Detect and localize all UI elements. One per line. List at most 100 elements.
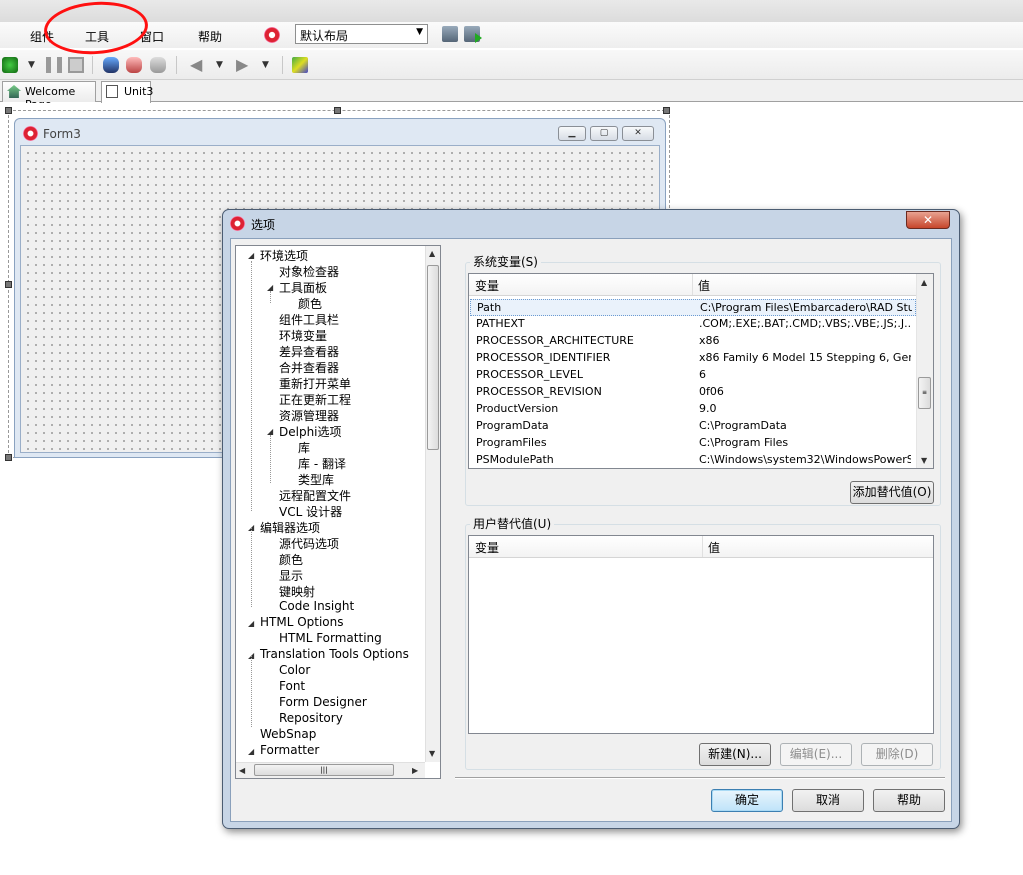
table-row[interactable]: ProductVersion 9.0 <box>470 401 916 418</box>
step-over-icon[interactable] <box>126 57 142 73</box>
stop-icon[interactable] <box>68 57 84 73</box>
minimize-icon[interactable]: ▁ <box>558 126 586 141</box>
close-icon[interactable]: ✕ <box>906 211 950 229</box>
table-row[interactable]: PROCESSOR_LEVEL 6 <box>470 367 916 384</box>
column-header-variable[interactable]: 变量 <box>475 539 499 556</box>
tree-item[interactable]: 工具面板 <box>279 279 327 296</box>
tree-item[interactable]: Translation Tools Options <box>260 647 409 661</box>
tree-item[interactable]: Color <box>279 663 310 677</box>
tree-item[interactable]: 编辑器选项 <box>260 519 320 536</box>
tree-expand-icon[interactable]: ◢ <box>248 251 254 260</box>
scroll-left-icon[interactable]: ◀ <box>239 766 245 775</box>
tree-item[interactable]: 键映射 <box>279 583 315 600</box>
scroll-up-icon[interactable]: ▲ <box>921 278 927 287</box>
step-into-icon[interactable] <box>103 57 119 73</box>
tree-item[interactable]: 颜色 <box>279 551 303 568</box>
tree-expand-icon[interactable]: ◢ <box>248 747 254 756</box>
maximize-icon[interactable]: ▢ <box>590 126 618 141</box>
system-vars-scrollbar[interactable] <box>916 274 933 468</box>
column-header-variable[interactable]: 变量 <box>475 277 499 294</box>
tree-item[interactable]: Delphi选项 <box>279 423 342 440</box>
tree-item[interactable]: 远程配置文件 <box>279 487 351 504</box>
help-book-icon[interactable] <box>292 57 308 73</box>
tree-item[interactable]: 组件工具栏 <box>279 311 339 328</box>
tree-item[interactable]: 类型库 <box>298 471 334 488</box>
save-layout-icon[interactable] <box>442 26 458 42</box>
tree-item[interactable]: 环境选项 <box>260 247 308 264</box>
table-row[interactable]: PSModulePath C:\Windows\system32\WindowsP… <box>470 452 916 468</box>
tree-hscroll-thumb[interactable]: ||| <box>254 764 394 776</box>
tree-item[interactable]: 合并查看器 <box>279 359 339 376</box>
system-vars-scroll-thumb[interactable]: ≡ <box>918 377 931 409</box>
tree-item[interactable]: 对象检查器 <box>279 263 339 280</box>
resize-handle[interactable] <box>334 107 341 114</box>
table-row[interactable]: PATHEXT .COM;.EXE;.BAT;.CMD;.VBS;.VBE;.JS… <box>470 316 916 333</box>
forward-dropdown-icon[interactable]: ▼ <box>262 60 269 70</box>
tab-welcome-page[interactable]: Welcome Page <box>2 81 96 111</box>
tree-scroll-thumb[interactable] <box>427 265 439 450</box>
cancel-button[interactable]: 取消 <box>792 789 864 812</box>
tree-item[interactable]: Repository <box>279 711 343 725</box>
close-icon[interactable]: ✕ <box>622 126 654 141</box>
run-to-cursor-icon[interactable] <box>150 57 166 73</box>
variable-name: PSModulePath <box>476 453 554 466</box>
tree-item[interactable]: 源代码选项 <box>279 535 339 552</box>
delete-button[interactable]: 删除(D) <box>861 743 933 766</box>
tree-item[interactable]: 重新打开菜单 <box>279 375 351 392</box>
tree-expand-icon[interactable]: ◢ <box>248 619 254 628</box>
pause-icon[interactable] <box>46 57 62 73</box>
tree-item[interactable]: 差异查看器 <box>279 343 339 360</box>
system-vars-list[interactable]: 变量 值 Path C:\Program Files\Embarcadero\RA… <box>468 273 934 469</box>
back-dropdown-icon[interactable]: ▼ <box>216 60 223 70</box>
tree-item[interactable]: 显示 <box>279 567 303 584</box>
run-dropdown-icon[interactable]: ▼ <box>28 60 35 70</box>
tree-item[interactable]: 环境变量 <box>279 327 327 344</box>
tree-item[interactable]: Code Insight <box>279 599 354 613</box>
forward-arrow-icon[interactable]: ▶ <box>236 55 248 74</box>
table-row[interactable]: PROCESSOR_REVISION 0f06 <box>470 384 916 401</box>
tree-item[interactable]: HTML Options <box>260 615 344 629</box>
scroll-down-icon[interactable]: ▼ <box>921 456 927 465</box>
menu-help[interactable]: 帮助 <box>198 28 222 45</box>
variable-value: C:\ProgramData <box>699 419 787 432</box>
help-button[interactable]: 帮助 <box>873 789 945 812</box>
user-overrides-list[interactable]: 变量 值 <box>468 535 934 734</box>
tree-item[interactable]: 资源管理器 <box>279 407 339 424</box>
add-override-button[interactable]: 添加替代值(O) <box>850 481 934 504</box>
resize-handle[interactable] <box>5 454 12 461</box>
ok-button[interactable]: 确定 <box>711 789 783 812</box>
tree-item[interactable]: 库 - 翻译 <box>298 455 346 472</box>
run-icon[interactable] <box>2 57 18 73</box>
scroll-up-icon[interactable]: ▲ <box>429 249 435 258</box>
resize-handle[interactable] <box>663 107 670 114</box>
resize-handle[interactable] <box>5 281 12 288</box>
tree-item[interactable]: 正在更新工程 <box>279 391 351 408</box>
tree-item[interactable]: 颜色 <box>298 295 322 312</box>
help-web-icon[interactable] <box>264 27 280 43</box>
table-row[interactable]: PROCESSOR_ARCHITECTURE x86 <box>470 333 916 350</box>
tree-item[interactable]: Formatter <box>260 743 319 757</box>
tree-item[interactable]: HTML Formatting <box>279 631 382 645</box>
tree-item[interactable]: Font <box>279 679 305 693</box>
tab-unit3[interactable]: Unit3 <box>101 81 153 103</box>
back-arrow-icon[interactable]: ◀ <box>190 55 202 74</box>
new-button[interactable]: 新建(N)... <box>699 743 771 766</box>
column-header-value[interactable]: 值 <box>698 277 710 294</box>
tree-item[interactable]: WebSnap <box>260 727 316 741</box>
tree-item[interactable]: Form Designer <box>279 695 367 709</box>
tree-item[interactable]: 库 <box>298 439 310 456</box>
column-separator[interactable] <box>702 536 703 557</box>
table-row[interactable]: ProgramFiles C:\Program Files <box>470 435 916 452</box>
column-header-value[interactable]: 值 <box>708 539 720 556</box>
table-row[interactable]: ProgramData C:\ProgramData <box>470 418 916 435</box>
layout-combo[interactable]: 默认布局 ▼ <box>295 24 428 44</box>
tree-item[interactable]: VCL 设计器 <box>279 503 342 520</box>
scroll-down-icon[interactable]: ▼ <box>429 749 435 758</box>
scroll-right-icon[interactable]: ▶ <box>412 766 418 775</box>
column-separator[interactable] <box>692 274 693 295</box>
table-row[interactable]: Path C:\Program Files\Embarcadero\RAD Stu… <box>470 299 916 316</box>
variable-name: PROCESSOR_ARCHITECTURE <box>476 334 634 347</box>
edit-button[interactable]: 编辑(E)... <box>780 743 852 766</box>
table-row[interactable]: PROCESSOR_IDENTIFIER x86 Family 6 Model 1… <box>470 350 916 367</box>
resize-handle[interactable] <box>5 107 12 114</box>
